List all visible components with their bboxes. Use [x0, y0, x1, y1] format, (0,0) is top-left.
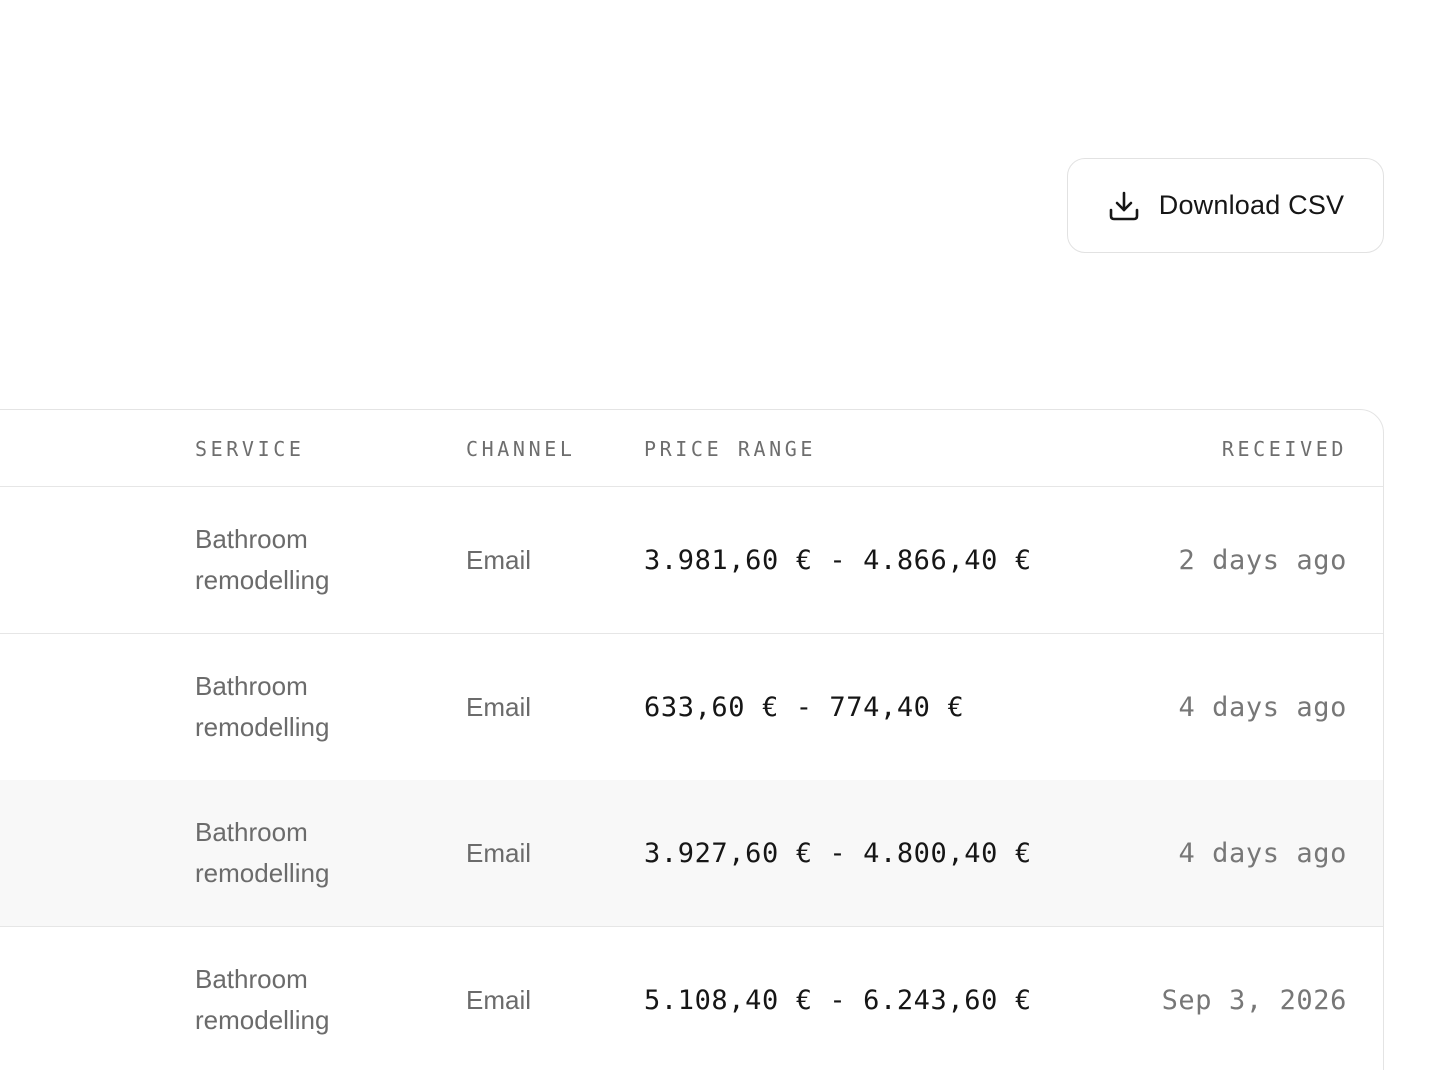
service-line: remodelling — [195, 565, 330, 595]
price-range-cell: 5.108,40 € - 6.243,60 € — [644, 927, 1084, 1070]
download-icon — [1107, 189, 1141, 223]
channel-cell: Email — [466, 634, 626, 780]
service-line: remodelling — [195, 858, 330, 888]
price-range-cell: 3.927,60 € - 4.800,40 € — [644, 780, 1084, 926]
service-line: Bathroom — [195, 817, 308, 847]
channel-value: Email — [466, 544, 532, 575]
price-range-value: 3.927,60 € - 4.800,40 € — [644, 837, 1032, 869]
received-cell: Sep 3, 2026 — [1087, 927, 1347, 1070]
price-range-value: 5.108,40 € - 6.243,60 € — [644, 984, 1032, 1016]
column-header-channel[interactable]: CHANNEL — [466, 410, 626, 487]
service-line: Bathroom — [195, 964, 308, 994]
leads-table: SERVICE CHANNEL PRICE RANGE RECEIVED Bat… — [0, 409, 1384, 1070]
price-range-value: 633,60 € - 774,40 € — [644, 691, 965, 723]
channel-value: Email — [466, 691, 532, 722]
received-cell: 4 days ago — [1087, 780, 1347, 926]
price-range-cell: 633,60 € - 774,40 € — [644, 634, 1084, 780]
service-line: Bathroom — [195, 524, 308, 554]
service-line: remodelling — [195, 712, 330, 742]
download-csv-label: Download CSV — [1158, 190, 1345, 220]
channel-value: Email — [466, 984, 532, 1015]
received-value: 4 days ago — [1178, 691, 1347, 723]
table-header-row: SERVICE CHANNEL PRICE RANGE RECEIVED — [0, 410, 1383, 487]
table-row[interactable]: Bathroom remodelling Email 633,60 € - 77… — [0, 634, 1383, 781]
table-row[interactable]: Bathroom remodelling Email 3.927,60 € - … — [0, 780, 1383, 927]
channel-cell: Email — [466, 780, 626, 926]
service-cell: Bathroom remodelling — [195, 927, 435, 1070]
received-value: 4 days ago — [1178, 837, 1347, 869]
service-line: remodelling — [195, 1005, 330, 1035]
service-line: Bathroom — [195, 671, 308, 701]
column-header-price-range[interactable]: PRICE RANGE — [644, 410, 1084, 487]
channel-cell: Email — [466, 927, 626, 1070]
received-cell: 4 days ago — [1087, 634, 1347, 780]
table-row[interactable]: Bathroom remodelling Email 5.108,40 € - … — [0, 927, 1383, 1070]
price-range-cell: 3.981,60 € - 4.866,40 € — [644, 487, 1084, 633]
channel-cell: Email — [466, 487, 626, 633]
download-csv-button[interactable]: Download CSV — [1067, 158, 1384, 253]
received-value: Sep 3, 2026 — [1161, 984, 1347, 1016]
column-header-received[interactable]: RECEIVED — [1087, 410, 1347, 487]
price-range-value: 3.981,60 € - 4.866,40 € — [644, 544, 1032, 576]
service-cell: Bathroom remodelling — [195, 634, 435, 780]
service-cell: Bathroom remodelling — [195, 487, 435, 633]
table-row[interactable]: Bathroom remodelling Email 3.981,60 € - … — [0, 487, 1383, 634]
received-value: 2 days ago — [1178, 544, 1347, 576]
service-cell: Bathroom remodelling — [195, 780, 435, 926]
received-cell: 2 days ago — [1087, 487, 1347, 633]
column-header-service[interactable]: SERVICE — [195, 410, 435, 487]
channel-value: Email — [466, 837, 532, 868]
